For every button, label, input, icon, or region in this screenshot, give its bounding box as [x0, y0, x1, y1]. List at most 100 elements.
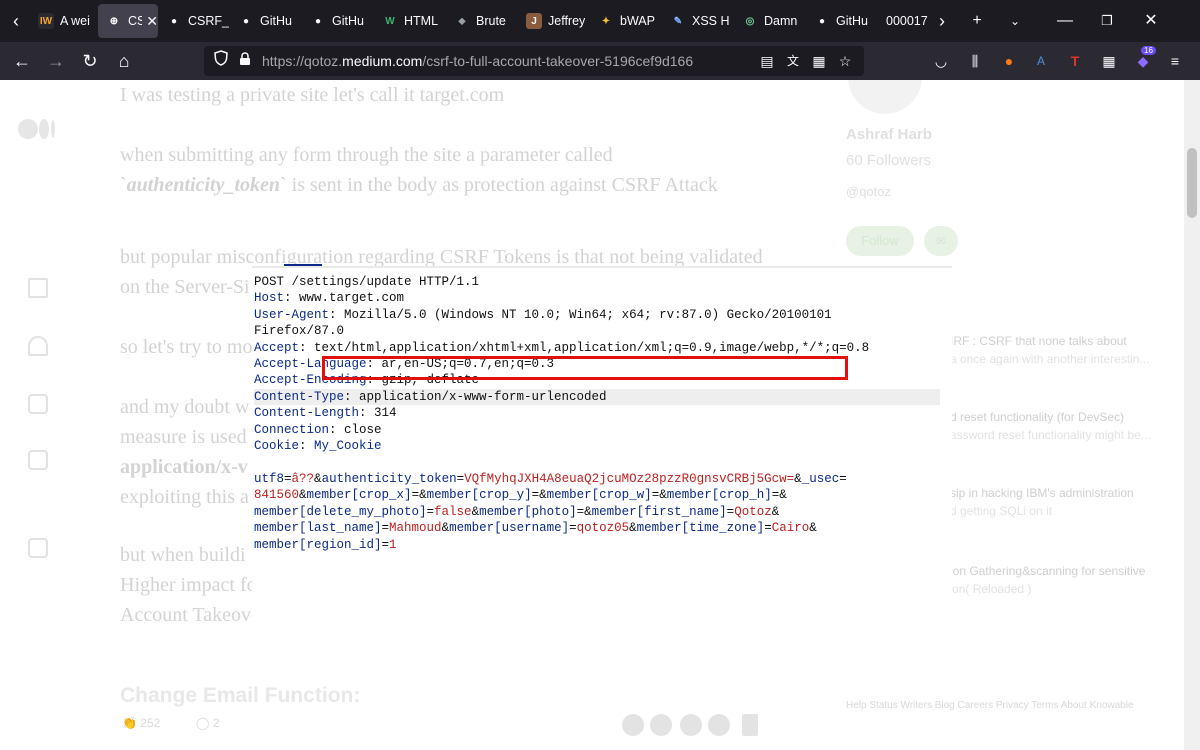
notifications-nav-icon[interactable]: [28, 336, 48, 356]
copy-link-icon[interactable]: [708, 714, 730, 736]
home-nav-icon[interactable]: [28, 278, 48, 298]
author-handle: @qotoz: [846, 184, 891, 199]
list-all-tabs-icon[interactable]: ⌄: [1000, 8, 1030, 34]
more-story-subtitle[interactable]: d getting SQLi on it: [950, 504, 1052, 518]
tab-label: 000017: [886, 14, 928, 28]
tab-label: CSRF_: [188, 14, 229, 28]
tab-label: Damn: [764, 14, 798, 28]
section-heading: Change Email Function:: [120, 684, 361, 707]
http-request-text: POST /settings/update HTTP/1.1 Host: www…: [254, 274, 940, 553]
browser-tab[interactable]: ● GitHu: [230, 4, 302, 38]
tab-favicon-icon: J: [526, 13, 542, 29]
tracking-shield-icon[interactable]: [210, 50, 232, 72]
comment-count[interactable]: ◯ 2: [196, 716, 219, 730]
more-story-subtitle[interactable]: assword reset functionality might be...: [950, 428, 1151, 442]
app-menu-icon[interactable]: ≡: [1164, 50, 1186, 72]
page-scrollbar[interactable]: [1184, 80, 1200, 750]
clap-count[interactable]: 👏 252: [122, 716, 160, 730]
article-paragraph: measure is used: [120, 426, 247, 448]
tab-favicon-icon: W: [382, 13, 398, 29]
token-highlight-box: [322, 356, 848, 380]
scrollbar-thumb[interactable]: [1187, 148, 1197, 218]
browser-tab[interactable]: W HTML: [374, 4, 446, 38]
comment-icon[interactable]: ◯: [196, 716, 213, 730]
subscribe-mail-icon[interactable]: ✉: [924, 226, 958, 256]
browser-tab[interactable]: ● GitHu: [806, 4, 878, 38]
article-paragraph: `authenticity_token` is sent in the body…: [120, 174, 718, 196]
restore-button[interactable]: ❐: [1092, 8, 1122, 34]
write-nav-icon[interactable]: [28, 538, 48, 558]
tab-label: XSS H: [692, 14, 730, 28]
article-paragraph: and my doubt w: [120, 396, 250, 418]
extensions-grid-icon[interactable]: ▦: [1098, 50, 1120, 72]
extension-t-icon[interactable]: T: [1064, 50, 1086, 72]
tab-favicon-icon: ◎: [742, 13, 758, 29]
home-icon[interactable]: ⌂: [110, 47, 138, 75]
tab-close-icon[interactable]: ✕: [146, 13, 158, 30]
article-paragraph: Account Takeover: [120, 604, 267, 626]
browser-tab[interactable]: ✎ XSS H: [662, 4, 734, 38]
pocket-icon[interactable]: ◡: [930, 50, 952, 72]
lock-icon[interactable]: [234, 50, 256, 72]
browser-tab[interactable]: ⊕ CSR✕: [98, 4, 158, 38]
navigation-toolbar: ← → ↻ ⌂ https://qotoz.medium.com/csrf-to…: [0, 42, 1200, 80]
window-close-button[interactable]: ✕: [1136, 8, 1166, 34]
bookmark-icon[interactable]: [742, 714, 758, 736]
forward-arrow-icon[interactable]: →: [42, 47, 70, 75]
footer-links[interactable]: Help Status Writers Blog Careers Privacy…: [846, 700, 1134, 711]
reader-view-icon[interactable]: ▤: [756, 50, 778, 72]
browser-tab[interactable]: ◎ Damn: [734, 4, 806, 38]
tab-scroll-right-icon[interactable]: ›: [930, 8, 954, 34]
url-text[interactable]: https://qotoz.medium.com/csrf-to-full-ac…: [262, 46, 693, 76]
bookmark-star-icon[interactable]: ☆: [834, 50, 856, 72]
browser-tab[interactable]: ⬥ Brute: [446, 4, 518, 38]
extension-fox-icon[interactable]: ●: [998, 50, 1020, 72]
follow-button[interactable]: Follow: [846, 226, 914, 256]
extension-badge-count: 16: [1141, 46, 1156, 55]
author-name[interactable]: Ashraf Harb: [846, 126, 932, 143]
tab-favicon-icon: ●: [238, 13, 254, 29]
library-icon[interactable]: ⫼: [964, 50, 986, 72]
page-content: I was testing a private site let's call …: [0, 80, 1184, 750]
tab-label: bWAP: [620, 14, 655, 28]
new-tab-button[interactable]: +: [962, 8, 992, 34]
article-paragraph: when submitting any form through the sit…: [120, 144, 613, 166]
tab-favicon-icon: ✦: [598, 13, 614, 29]
browser-tab[interactable]: IW A wei: [30, 4, 98, 38]
more-story-title[interactable]: IRF : CSRF that none talks about: [950, 334, 1127, 348]
article-paragraph: on the Server-Si: [120, 276, 250, 298]
browser-tab[interactable]: ✦ bWAP: [590, 4, 662, 38]
bookmarks-nav-icon[interactable]: [28, 394, 48, 414]
more-story-title[interactable]: d reset functionality (for DevSec): [950, 410, 1124, 424]
minimize-button[interactable]: —: [1050, 8, 1080, 34]
twitter-share-icon[interactable]: [622, 714, 644, 736]
back-arrow-icon[interactable]: ←: [8, 47, 36, 75]
translate-icon[interactable]: 文: [782, 50, 804, 72]
http-request-panel: POST /settings/update HTTP/1.1 Host: www…: [252, 266, 952, 642]
clap-icon[interactable]: 👏: [122, 716, 140, 730]
browser-tab[interactable]: ● CSRF_: [158, 4, 230, 38]
reload-icon[interactable]: ↻: [76, 47, 104, 75]
tab-label: GitHu: [836, 14, 868, 28]
tab-favicon-icon: IW: [38, 13, 54, 29]
tab-favicon-icon: ●: [166, 13, 182, 29]
tab-scroll-left-icon[interactable]: ‹: [4, 8, 28, 34]
article-paragraph: I was testing a private site let's call …: [120, 84, 505, 106]
browser-tab[interactable]: J Jeffrey: [518, 4, 590, 38]
author-followers[interactable]: 60 Followers: [846, 152, 931, 169]
more-story-subtitle[interactable]: a once again with another interestin...: [950, 352, 1149, 366]
facebook-share-icon[interactable]: [650, 714, 672, 736]
extension-translate-icon[interactable]: A: [1030, 50, 1052, 72]
url-bar[interactable]: https://qotoz.medium.com/csrf-to-full-ac…: [204, 46, 864, 76]
tab-strip: ‹ IWA wei⊕CSR✕●CSRF_●GitHu●GitHuWHTML⬥Br…: [0, 0, 1200, 42]
linkedin-share-icon[interactable]: [680, 714, 702, 736]
browser-tab[interactable]: ● GitHu: [302, 4, 374, 38]
medium-logo-icon[interactable]: [18, 118, 58, 140]
tab-favicon-icon: ✎: [670, 13, 686, 29]
author-avatar[interactable]: [848, 80, 922, 114]
tab-favicon-icon: ⬥: [454, 13, 470, 29]
more-story-title[interactable]: sip in hacking IBM's administration: [950, 486, 1134, 500]
stories-nav-icon[interactable]: [28, 450, 48, 470]
containers-icon[interactable]: ▦: [808, 50, 830, 72]
tab-label: HTML: [404, 14, 439, 28]
